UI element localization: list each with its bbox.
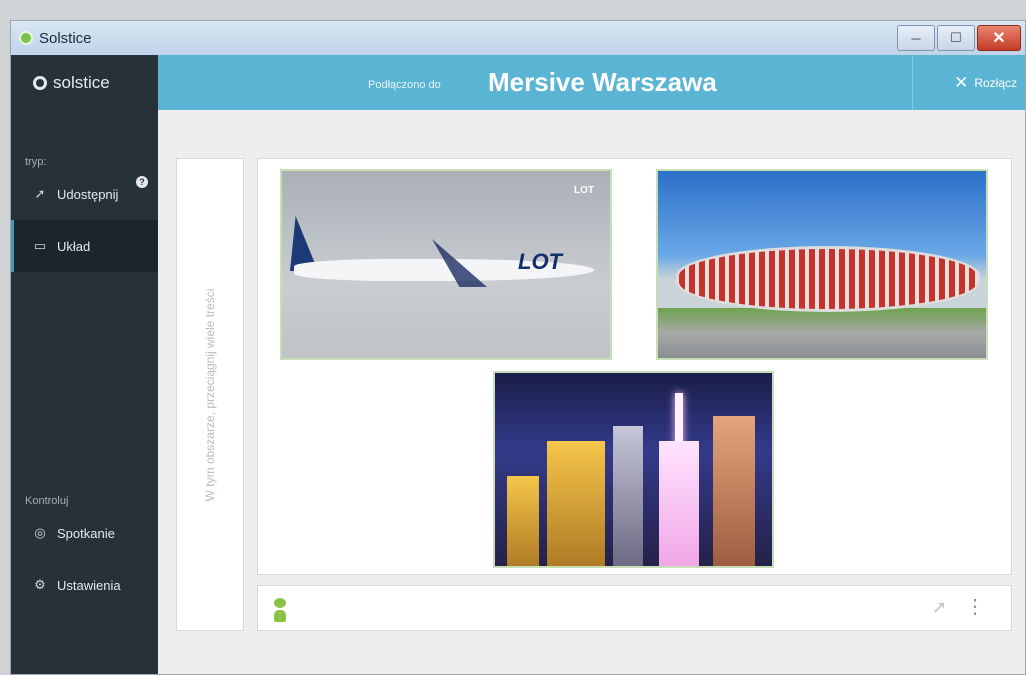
palace-of-culture	[659, 441, 699, 566]
content-toolbar: ➚ ⋮	[257, 585, 1012, 631]
content-thumbnail-stadium[interactable]	[656, 169, 988, 360]
skyscraper	[507, 476, 539, 566]
app-window: Solstice ─ ☐ ✕ solstice tryp: ➚ Udostępn…	[10, 20, 1026, 675]
drop-zone-text: W tym obszarze, przeciągnij wiele treści	[203, 288, 217, 501]
logo: solstice	[11, 55, 158, 110]
layout-icon: ▭	[33, 238, 47, 253]
plane-corner-logo: LOT	[574, 185, 594, 196]
main-content: W tym obszarze, przeciągnij wiele treści…	[158, 110, 1025, 674]
minimize-button[interactable]: ─	[897, 25, 935, 51]
meeting-icon: ◎	[34, 525, 46, 540]
close-icon: ✕	[954, 73, 969, 92]
sidebar-item-label: Ustawienia	[57, 577, 121, 593]
sidebar-item-share[interactable]: ➚ Udostępnij ?	[11, 168, 158, 220]
room-name: Mersive Warszawa	[488, 67, 717, 97]
header: Podłączono do Mersive Warszawa ✕ Rozłącz	[158, 55, 1025, 110]
app-icon	[19, 31, 33, 45]
help-badge: ?	[136, 176, 148, 188]
sidebar-item-meeting[interactable]: ◎ Spotkanie	[11, 507, 158, 559]
skyscraper	[613, 426, 643, 566]
title-bar[interactable]: Solstice ─ ☐ ✕	[11, 21, 1025, 55]
logo-text: solstice	[53, 72, 110, 92]
content-thumbnail-plane[interactable]: LOT LOT	[280, 169, 612, 360]
sidebar-item-label: Udostępnij	[57, 186, 119, 202]
share-icon: ➚	[34, 186, 46, 201]
close-button[interactable]: ✕	[977, 25, 1021, 51]
disconnect-button[interactable]: ✕ Rozłącz	[954, 73, 1017, 93]
sidebar-section-label: Kontroluj	[25, 495, 69, 507]
logo-icon	[33, 75, 47, 90]
sidebar-section-label: tryp:	[25, 156, 47, 168]
disconnect-label: Rozłącz	[974, 76, 1017, 90]
skyscraper	[547, 441, 605, 566]
sidebar-item-label: Spotkanie	[57, 525, 115, 541]
sidebar-item-layout[interactable]: ▭ Układ	[11, 220, 158, 272]
skyscraper	[713, 416, 755, 566]
window-controls: ─ ☐ ✕	[897, 25, 1021, 51]
gear-icon: ⚙	[34, 577, 46, 592]
user-icon[interactable]	[274, 598, 286, 622]
header-divider	[912, 55, 913, 110]
maximize-button[interactable]: ☐	[937, 25, 975, 51]
sidebar-item-settings[interactable]: ⚙ Ustawienia	[11, 559, 158, 611]
connected-label: Podłączono do	[368, 79, 441, 91]
layout-canvas[interactable]: LOT LOT	[257, 158, 1012, 575]
window-title: Solstice	[39, 29, 92, 47]
more-vertical-icon[interactable]: ⋮	[965, 594, 985, 619]
sidebar: solstice tryp: ➚ Udostępnij ? ▭ Układ Ko…	[11, 55, 158, 674]
stadium-ground	[658, 308, 986, 358]
plane-logo: LOT	[518, 249, 562, 274]
sidebar-item-label: Układ	[57, 238, 91, 254]
drop-zone[interactable]: W tym obszarze, przeciągnij wiele treści	[176, 158, 244, 631]
stadium	[676, 246, 980, 312]
send-icon[interactable]: ➚	[932, 597, 947, 618]
content-thumbnail-city[interactable]	[493, 371, 774, 568]
